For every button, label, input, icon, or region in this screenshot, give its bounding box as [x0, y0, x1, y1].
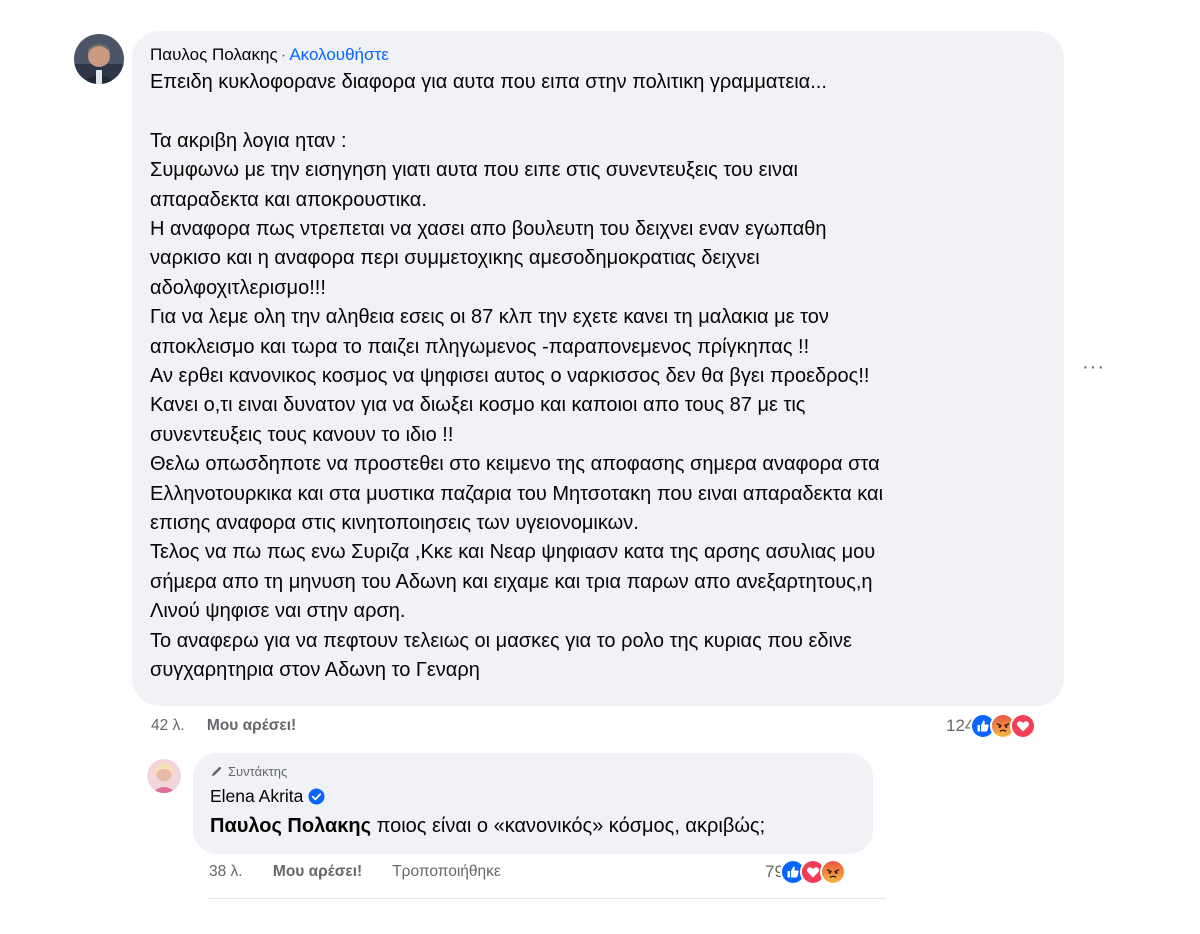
comment-line: απαραδεκτα και αποκρουστικα. [150, 188, 427, 211]
more-options-icon[interactable]: ··· [1082, 356, 1105, 379]
comment-line: Ελληνοτουρκικα και στα μυστικα παζαρια τ… [150, 482, 884, 505]
comment-line: συγχαρητηρια στον Αδωνη το Γεναρη [150, 659, 480, 682]
comment-line: Λινού ψηφισε ναι στην αρση. [150, 600, 406, 623]
reply-text: ποιος είναι ο «κανονικός» κόσμος, ακριβώ… [371, 815, 766, 837]
comment-line: Το αναφερω για να πεφτουν τελειως οι μασ… [150, 629, 852, 652]
love-reaction-icon [1010, 713, 1037, 739]
comment-age[interactable]: 42 λ. [151, 717, 185, 734]
comment-body: Επειδη κυκλοφορανε διαφορα για αυτα που … [150, 68, 1046, 686]
follow-link[interactable]: Ακολουθήστε [289, 45, 388, 64]
reaction-summary[interactable]: 124 [946, 713, 1037, 739]
reply-author-name[interactable]: Elena Akrita [210, 786, 303, 807]
main-comment-bubble: Παυλος Πολακης · Ακολουθήστε Επειδη κυκλοφ… [132, 31, 1064, 706]
comment-line: αποκλεισμο και τωρα το παιζει πληγωμενος… [150, 335, 810, 358]
comment-header: Παυλος Πολακης · Ακολουθήστε [150, 44, 1046, 66]
like-button[interactable]: Μου αρέσει! [207, 717, 296, 734]
reply-author-avatar[interactable] [147, 759, 181, 793]
reply-author-row: Elena Akrita [210, 785, 856, 807]
comment-line: Επειδη κυκλοφορανε διαφορα για αυτα που … [150, 71, 827, 93]
reply-comment-bubble: Συντάκτης Elena Akrita Παυλος Πολακης πο… [193, 753, 873, 854]
divider [208, 898, 886, 899]
comment-line: Κανει ο,τι ειναι δυνατον για να διωξει κ… [150, 394, 806, 417]
author-avatar[interactable] [74, 34, 124, 84]
comment-line: σήμερα απο τη μηνυση του Αδωνη και ειχαμ… [150, 570, 873, 593]
comment-line: ναρκισο και η αναφορα περι συμμετοχικης … [150, 247, 760, 270]
reply-actions: 38 λ. Μου αρέσει! Τροποποιήθηκε [209, 863, 519, 881]
comment-line: συνεντευξεις τους κανουν το ιδιο !! [150, 423, 454, 446]
comment-line: Για να λεμε ολη την αληθεια εσεις οι 87 … [150, 306, 829, 329]
author-badge: Συντάκτης [210, 762, 856, 780]
mention-link[interactable]: Παυλος Πολακης [210, 815, 371, 837]
edited-label[interactable]: Τροποποιήθηκε [392, 863, 501, 880]
comment-line: Η αναφορα πως ντρεπεται να χασει απο βου… [150, 218, 827, 241]
comment-line: Αν ερθει κανονικος κοσμος να ψηφισει αυτ… [150, 365, 870, 388]
comment-line: επισης αναφορα στις κινητοποιησεις των υ… [150, 512, 639, 535]
verified-badge-icon [308, 787, 325, 805]
comment-actions: 42 λ. Μου αρέσει! [151, 717, 314, 735]
comment-line: Τα ακριβη λογια ηταν : [150, 129, 347, 152]
comment-line: Θελω οπωσδηποτε να προστεθει στο κειμενο… [150, 453, 880, 476]
comment-line: αδολφοχιτλερισμο!!! [150, 276, 326, 299]
comment-author-name[interactable]: Παυλος Πολακης [150, 45, 278, 64]
angry-reaction-icon [819, 859, 846, 885]
pen-icon [211, 766, 222, 776]
comment-line: Συμφωνω με την εισηγηση γιατι αυτα που ε… [150, 159, 798, 182]
reply-like-button[interactable]: Μου αρέσει! [273, 863, 362, 880]
reply-age[interactable]: 38 λ. [209, 863, 243, 880]
reply-reaction-summary[interactable]: 79 [765, 859, 846, 885]
reply-body: Παυλος Πολακης ποιος είναι ο «κανονικός»… [210, 815, 856, 838]
comment-line: Τελος να πω πως ενω Συριζα ,Κκε και Νεαρ… [150, 541, 876, 564]
badge-label: Συντάκτης [228, 763, 288, 779]
separator-dot: · [280, 45, 287, 64]
